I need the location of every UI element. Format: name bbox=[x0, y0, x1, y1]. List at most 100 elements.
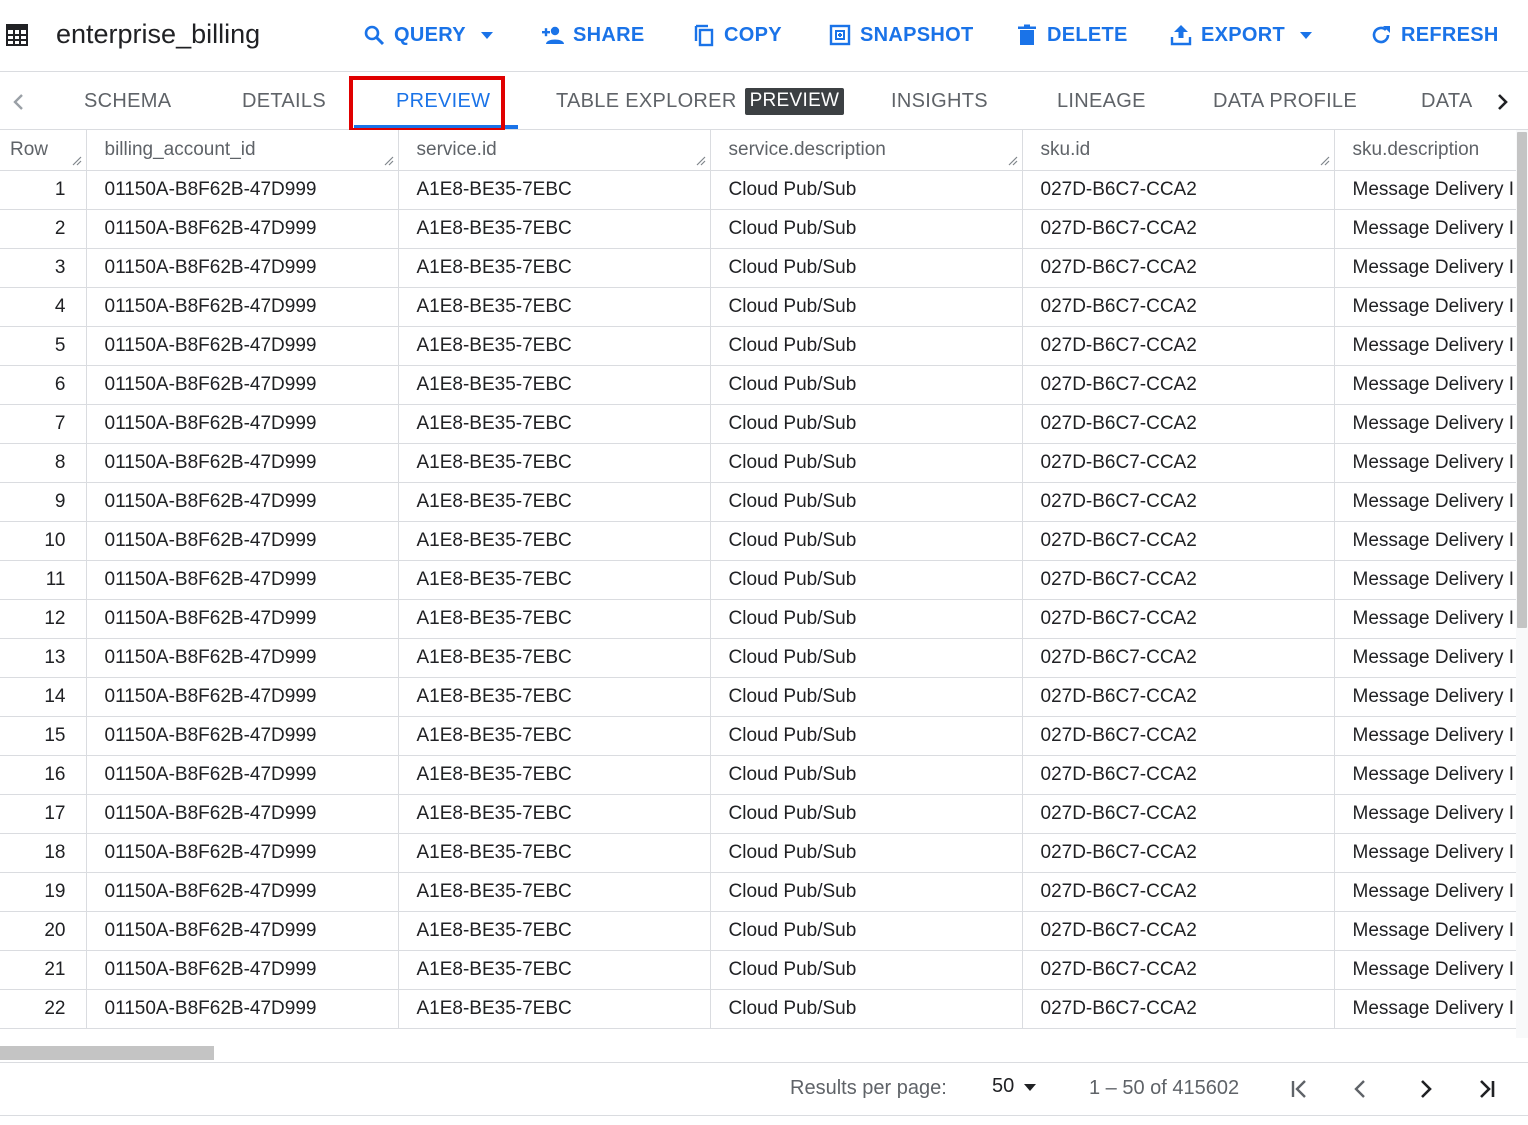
column-header-service-id[interactable]: service.id bbox=[398, 130, 711, 171]
row-number-cell: 18 bbox=[0, 833, 87, 873]
vertical-scrollbar-thumb[interactable] bbox=[1517, 132, 1527, 628]
service-id-cell: A1E8-BE35-7EBC bbox=[398, 170, 711, 210]
table-row[interactable]: 11 01150A-B8F62B-47D999 A1E8-BE35-7EBC Clou… bbox=[0, 560, 1516, 600]
resize-handle-icon[interactable] bbox=[72, 156, 82, 166]
sku-id-cell: 027D-B6C7-CCA2 bbox=[1022, 482, 1335, 522]
tab-data-profile[interactable]: DATA PROFILE bbox=[1213, 72, 1357, 130]
table-row[interactable]: 1 01150A-B8F62B-47D999 A1E8-BE35-7EBC Cloud… bbox=[0, 170, 1516, 210]
tab-schema[interactable]: SCHEMA bbox=[84, 72, 171, 130]
header-row: Row billing_account_id service.id servic… bbox=[0, 130, 1516, 171]
tab-table-explorer[interactable]: TABLE EXPLORER PREVIEW bbox=[556, 72, 845, 130]
first-page-button[interactable] bbox=[1283, 1073, 1315, 1105]
table-row[interactable]: 9 01150A-B8F62B-47D999 A1E8-BE35-7EBC Cloud… bbox=[0, 482, 1516, 522]
tab-details[interactable]: DETAILS bbox=[242, 72, 326, 130]
resize-handle-icon[interactable] bbox=[1008, 156, 1018, 166]
row-number-cell: 11 bbox=[0, 560, 87, 600]
delete-button[interactable]: DELETE bbox=[1015, 20, 1128, 50]
sku-description-cell: Message Delivery I bbox=[1334, 482, 1516, 522]
service-id-cell: A1E8-BE35-7EBC bbox=[398, 482, 711, 522]
tab-lineage[interactable]: LINEAGE bbox=[1057, 72, 1146, 130]
tab-insights[interactable]: INSIGHTS bbox=[891, 72, 988, 130]
tab-preview[interactable]: PREVIEW bbox=[396, 72, 490, 130]
table-row[interactable]: 7 01150A-B8F62B-47D999 A1E8-BE35-7EBC Cloud… bbox=[0, 404, 1516, 444]
column-header-label: billing_account_id bbox=[104, 138, 256, 160]
table-row[interactable]: 20 01150A-B8F62B-47D999 A1E8-BE35-7EBC Clou… bbox=[0, 911, 1516, 951]
table-row[interactable]: 22 01150A-B8F62B-47D999 A1E8-BE35-7EBC Clou… bbox=[0, 989, 1516, 1029]
billing-account-id-cell: 01150A-B8F62B-47D999 bbox=[86, 755, 399, 795]
caret-down-icon bbox=[480, 32, 493, 39]
first-page-icon bbox=[1291, 1080, 1306, 1098]
table-row[interactable]: 19 01150A-B8F62B-47D999 A1E8-BE35-7EBC Clou… bbox=[0, 872, 1516, 912]
sku-description-cell: Message Delivery I bbox=[1334, 404, 1516, 444]
table-row[interactable]: 4 01150A-B8F62B-47D999 A1E8-BE35-7EBC Cloud… bbox=[0, 287, 1516, 327]
snapshot-button[interactable]: SNAPSHOT bbox=[828, 20, 974, 50]
sku-id-cell: 027D-B6C7-CCA2 bbox=[1022, 794, 1335, 834]
table-row[interactable]: 12 01150A-B8F62B-47D999 A1E8-BE35-7EBC Clou… bbox=[0, 599, 1516, 639]
results-table: Row billing_account_id service.id servic… bbox=[0, 130, 1516, 1029]
row-number-cell: 22 bbox=[0, 989, 87, 1029]
toolbar: enterprise_billing QUERY SHARE COPY SNAP… bbox=[0, 0, 1528, 72]
service-id-cell: A1E8-BE35-7EBC bbox=[398, 521, 711, 561]
resize-handle-icon[interactable] bbox=[1320, 156, 1330, 166]
share-label: SHARE bbox=[573, 23, 645, 46]
service-description-cell: Cloud Pub/Sub bbox=[710, 443, 1023, 483]
table-row[interactable]: 14 01150A-B8F62B-47D999 A1E8-BE35-7EBC Clou… bbox=[0, 677, 1516, 717]
table-row[interactable]: 15 01150A-B8F62B-47D999 A1E8-BE35-7EBC Clou… bbox=[0, 716, 1516, 756]
service-description-cell: Cloud Pub/Sub bbox=[710, 716, 1023, 756]
table-row[interactable]: 3 01150A-B8F62B-47D999 A1E8-BE35-7EBC Cloud… bbox=[0, 248, 1516, 288]
snapshot-icon bbox=[829, 24, 851, 46]
next-page-button[interactable] bbox=[1409, 1073, 1441, 1105]
person-add-icon bbox=[542, 26, 564, 44]
column-header-service-description[interactable]: service.description bbox=[710, 130, 1023, 171]
tabs-scroll-right-button[interactable] bbox=[1486, 86, 1518, 118]
column-header-billing-account-id[interactable]: billing_account_id bbox=[86, 130, 399, 171]
resize-handle-icon[interactable] bbox=[696, 156, 706, 166]
sku-description-cell: Message Delivery I bbox=[1334, 950, 1516, 990]
table-row[interactable]: 16 01150A-B8F62B-47D999 A1E8-BE35-7EBC Clou… bbox=[0, 755, 1516, 795]
row-number-cell: 21 bbox=[0, 950, 87, 990]
results-per-page-select[interactable]: 50 bbox=[992, 1075, 1038, 1098]
row-number-cell: 20 bbox=[0, 911, 87, 951]
service-description-cell: Cloud Pub/Sub bbox=[710, 833, 1023, 873]
caret-down-icon bbox=[1024, 1083, 1037, 1091]
previous-page-button[interactable] bbox=[1345, 1073, 1377, 1105]
table-row[interactable]: 21 01150A-B8F62B-47D999 A1E8-BE35-7EBC Clou… bbox=[0, 950, 1516, 990]
column-header-row[interactable]: Row bbox=[0, 130, 87, 171]
service-description-cell: Cloud Pub/Sub bbox=[710, 209, 1023, 249]
resize-handle-icon[interactable] bbox=[384, 156, 394, 166]
preview-badge: PREVIEW bbox=[744, 87, 845, 115]
sku-id-cell: 027D-B6C7-CCA2 bbox=[1022, 443, 1335, 483]
sku-id-cell: 027D-B6C7-CCA2 bbox=[1022, 716, 1335, 756]
query-button[interactable]: QUERY bbox=[362, 20, 496, 50]
billing-account-id-cell: 01150A-B8F62B-47D999 bbox=[86, 404, 399, 444]
last-page-button[interactable] bbox=[1471, 1073, 1503, 1105]
service-id-cell: A1E8-BE35-7EBC bbox=[398, 287, 711, 327]
refresh-button[interactable]: REFRESH bbox=[1369, 20, 1499, 50]
billing-account-id-cell: 01150A-B8F62B-47D999 bbox=[86, 950, 399, 990]
billing-account-id-cell: 01150A-B8F62B-47D999 bbox=[86, 248, 399, 288]
service-id-cell: A1E8-BE35-7EBC bbox=[398, 443, 711, 483]
table-row[interactable]: 8 01150A-B8F62B-47D999 A1E8-BE35-7EBC Cloud… bbox=[0, 443, 1516, 483]
sku-description-cell: Message Delivery I bbox=[1334, 560, 1516, 600]
copy-button[interactable]: COPY bbox=[692, 20, 782, 50]
table-row[interactable]: 13 01150A-B8F62B-47D999 A1E8-BE35-7EBC Clou… bbox=[0, 638, 1516, 678]
table-row[interactable]: 2 01150A-B8F62B-47D999 A1E8-BE35-7EBC Cloud… bbox=[0, 209, 1516, 249]
horizontal-scrollbar-thumb[interactable] bbox=[0, 1046, 214, 1060]
table-row[interactable]: 17 01150A-B8F62B-47D999 A1E8-BE35-7EBC Clou… bbox=[0, 794, 1516, 834]
service-description-cell: Cloud Pub/Sub bbox=[710, 989, 1023, 1029]
billing-account-id-cell: 01150A-B8F62B-47D999 bbox=[86, 170, 399, 210]
column-header-sku-description[interactable]: sku.description bbox=[1334, 130, 1516, 171]
tabs-scroll-left-button[interactable] bbox=[3, 86, 35, 118]
sku-id-cell: 027D-B6C7-CCA2 bbox=[1022, 989, 1335, 1029]
table-row[interactable]: 18 01150A-B8F62B-47D999 A1E8-BE35-7EBC Clou… bbox=[0, 833, 1516, 873]
export-button[interactable]: EXPORT bbox=[1169, 20, 1315, 50]
export-label: EXPORT bbox=[1201, 23, 1286, 46]
table-row[interactable]: 5 01150A-B8F62B-47D999 A1E8-BE35-7EBC Cloud… bbox=[0, 326, 1516, 366]
billing-account-id-cell: 01150A-B8F62B-47D999 bbox=[86, 794, 399, 834]
column-header-sku-id[interactable]: sku.id bbox=[1022, 130, 1335, 171]
tab-data-cut[interactable]: DATA bbox=[1421, 72, 1473, 130]
table-row[interactable]: 6 01150A-B8F62B-47D999 A1E8-BE35-7EBC Cloud… bbox=[0, 365, 1516, 405]
table-row[interactable]: 10 01150A-B8F62B-47D999 A1E8-BE35-7EBC Clou… bbox=[0, 521, 1516, 561]
copy-label: COPY bbox=[724, 23, 782, 46]
share-button[interactable]: SHARE bbox=[541, 20, 645, 50]
